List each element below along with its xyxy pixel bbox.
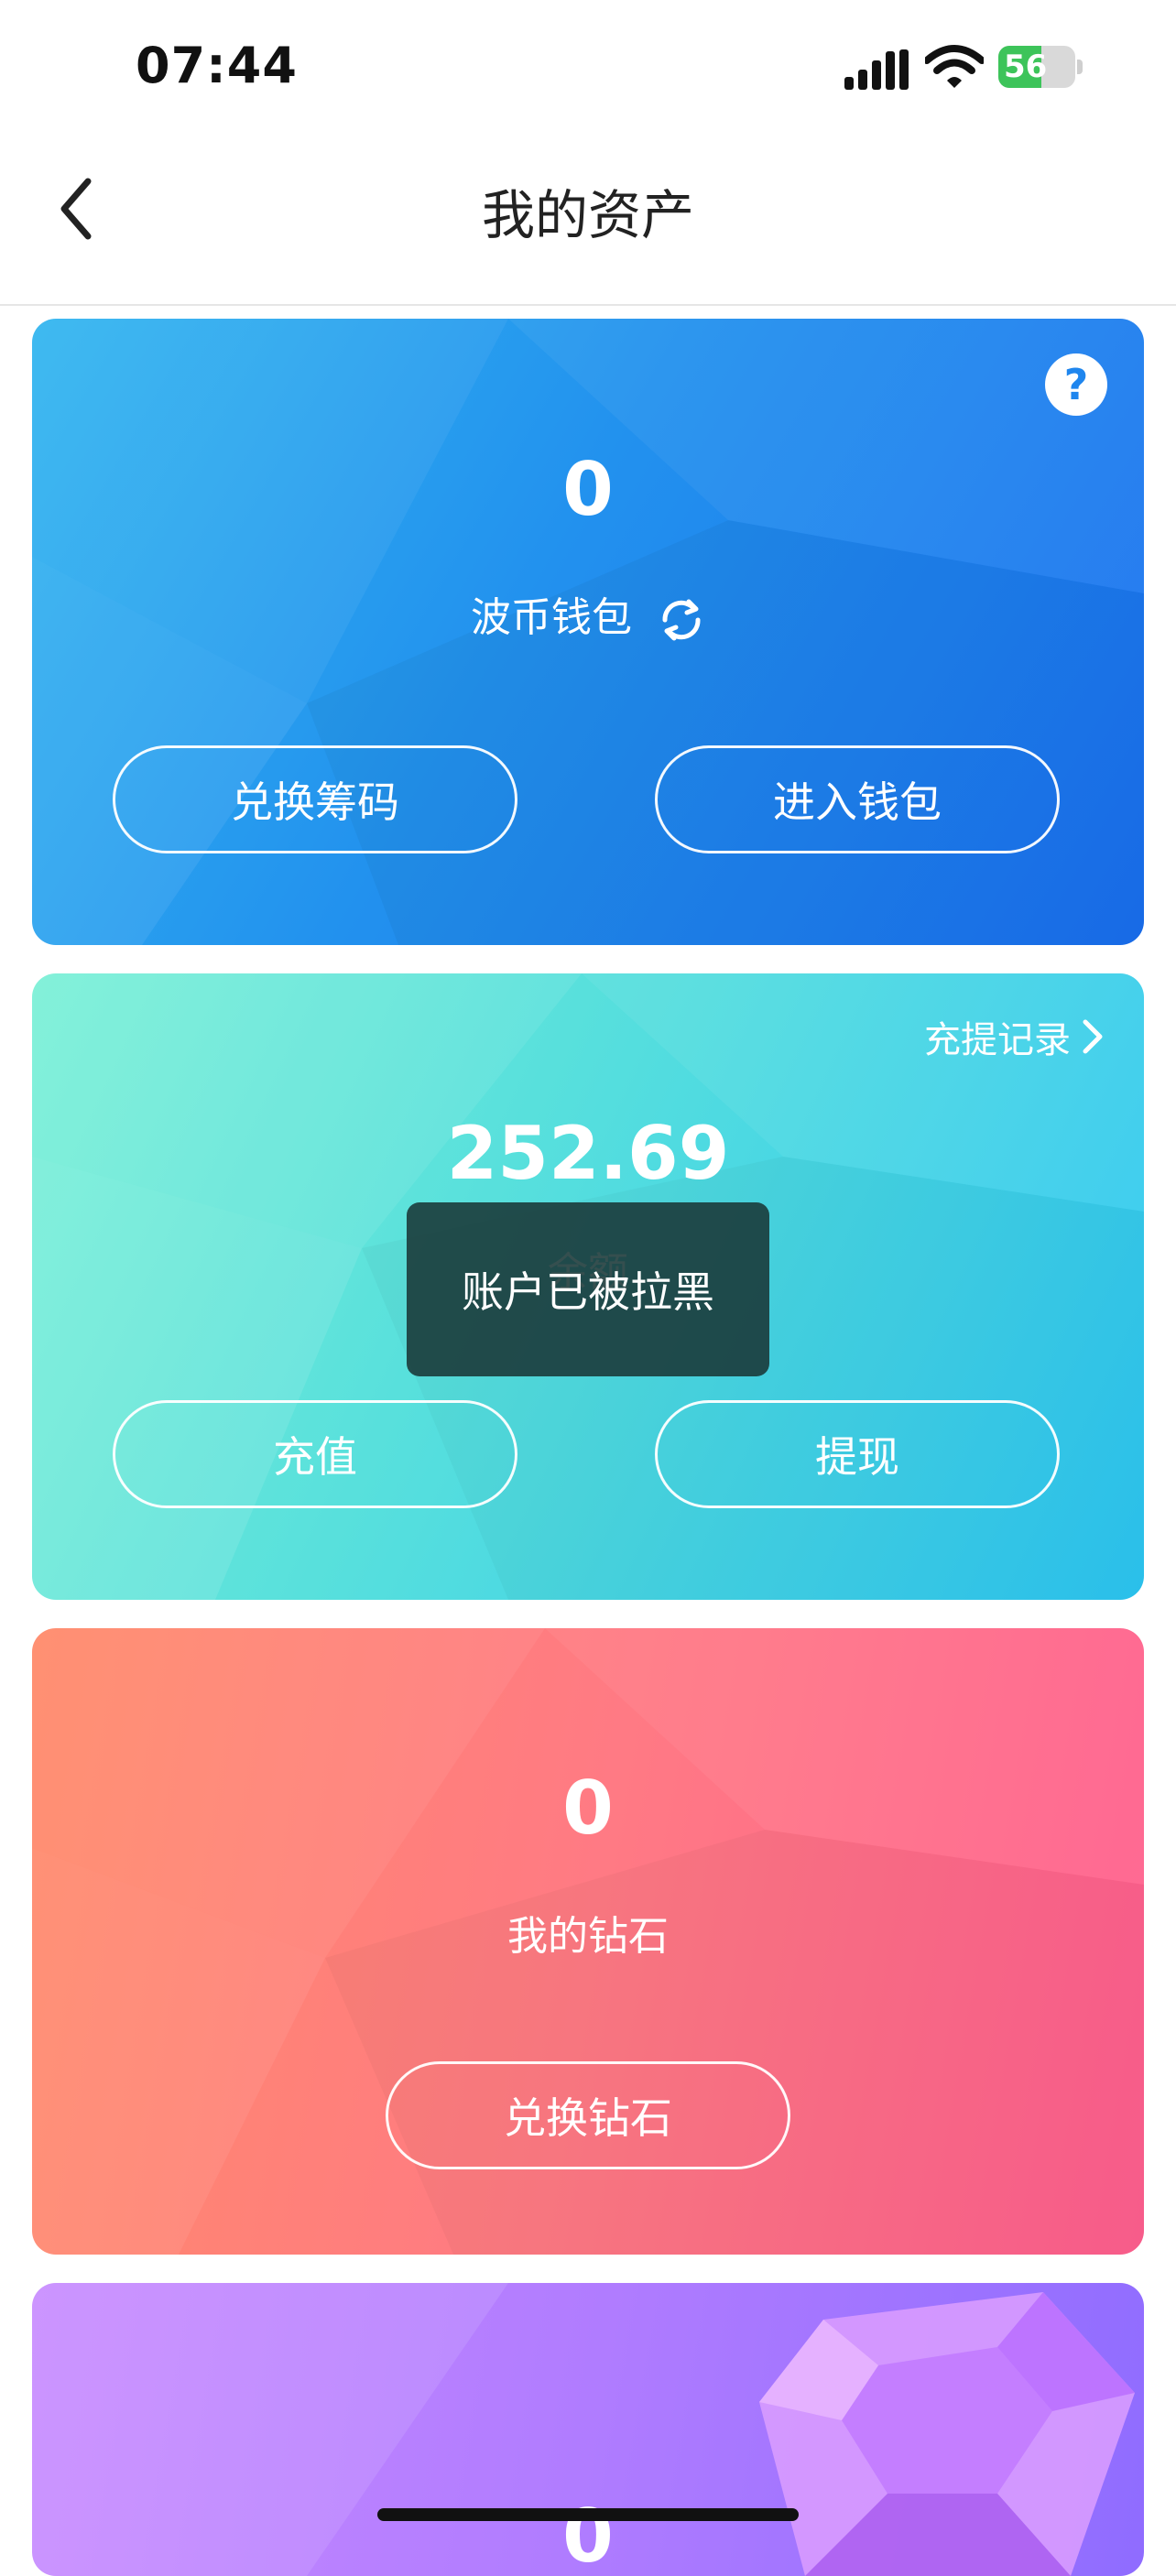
battery-percent: 56 [1004,49,1048,85]
refresh-icon[interactable] [658,596,705,644]
wifi-icon [925,45,984,88]
diamond-amount: 0 [562,1766,614,1851]
trx-wallet-card: ? 0 波币钱包 兑换筹码 进入钱包 [32,319,1144,945]
trx-wallet-amount: 0 [562,447,614,532]
gem-card: 0 [32,2283,1144,2576]
gem-amount: 0 [562,2494,614,2576]
chevron-right-icon [1083,1019,1103,1054]
battery-nub [1077,60,1083,74]
recharge-button[interactable]: 充值 [113,1400,517,1508]
exchange-diamonds-button[interactable]: 兑换钻石 [386,2061,790,2169]
diamond-card: 0 我的钻石 兑换钻石 [32,1628,1144,2255]
battery-icon: 56 [998,46,1083,88]
help-icon[interactable]: ? [1045,353,1107,416]
trx-wallet-label-row: 波币钱包 [32,584,1144,644]
recharge-withdraw-records-link[interactable]: 充提记录 [924,1010,1104,1063]
battery-body: 56 [998,46,1075,88]
toast-message: 账户已被拉黑 [407,1202,769,1376]
signal-icon [844,49,909,90]
exchange-chips-button[interactable]: 兑换筹码 [113,745,517,853]
page-title: 我的资产 [481,184,694,246]
records-link-label: 充提记录 [924,1019,1071,1061]
status-bar: 07:44 56 [0,0,1176,137]
balance-amount: 252.69 [446,1111,730,1196]
enter-wallet-button[interactable]: 进入钱包 [655,745,1060,853]
withdraw-button[interactable]: 提现 [655,1400,1060,1508]
status-time: 07:44 [136,37,298,94]
trx-wallet-label: 波币钱包 [471,594,632,641]
nav-bar: 我的资产 [0,137,1176,306]
home-indicator[interactable] [377,2508,799,2521]
diamond-label: 我的钻石 [507,1913,669,1960]
